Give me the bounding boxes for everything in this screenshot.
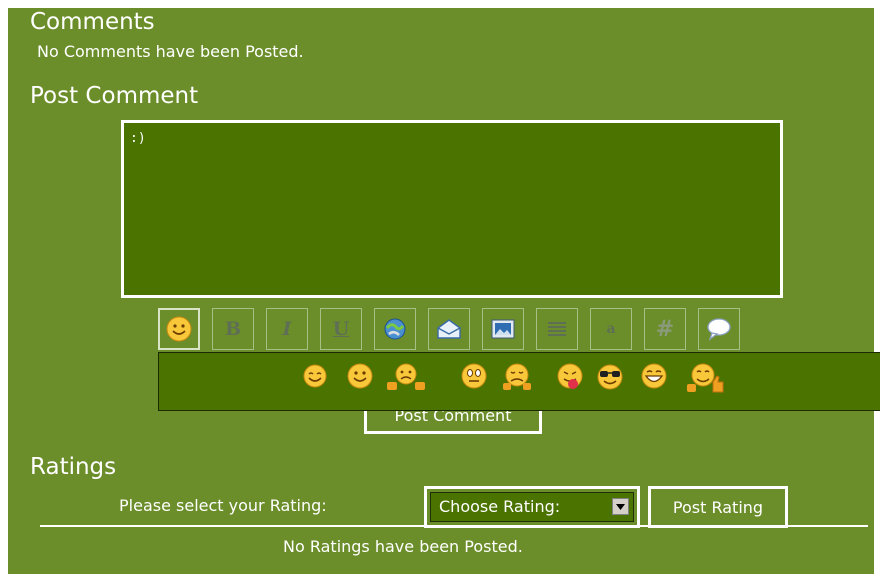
- font-button[interactable]: a: [590, 308, 632, 350]
- align-icon: [548, 322, 566, 336]
- rating-select[interactable]: Choose Rating:: [424, 486, 640, 528]
- smiley-icon: [166, 316, 192, 342]
- no-comments-message: No Comments have been Posted.: [37, 42, 304, 61]
- thumbs-up-icon[interactable]: [683, 362, 727, 394]
- rating-prompt: Please select your Rating:: [119, 496, 327, 515]
- underline-icon: U: [332, 318, 350, 340]
- divider: [40, 525, 868, 527]
- no-ratings-message: No Ratings have been Posted.: [283, 537, 523, 556]
- italic-button[interactable]: I: [266, 308, 308, 350]
- post-comment-heading: Post Comment: [30, 83, 199, 109]
- link-icon: [384, 318, 406, 340]
- comment-textarea[interactable]: :): [121, 120, 783, 298]
- rating-select-value: Choose Rating:: [439, 497, 561, 516]
- bold-icon: B: [224, 318, 242, 340]
- smiley-toggle-button[interactable]: [158, 308, 200, 350]
- post-rating-button[interactable]: Post Rating: [648, 486, 788, 528]
- unhappy-icon[interactable]: [499, 362, 535, 392]
- code-button[interactable]: #: [644, 308, 686, 350]
- comments-heading: Comments: [30, 9, 155, 35]
- quote-icon: [707, 318, 731, 341]
- happy-icon[interactable]: [345, 362, 375, 392]
- image-icon: [491, 319, 515, 339]
- tongue-icon[interactable]: [555, 362, 585, 392]
- worried-icon[interactable]: [459, 362, 489, 392]
- underline-button[interactable]: U: [320, 308, 362, 350]
- font-icon: a: [606, 321, 616, 337]
- image-button[interactable]: [482, 308, 524, 350]
- email-icon: [437, 319, 461, 339]
- chevron-down-icon[interactable]: [612, 498, 629, 515]
- bold-button[interactable]: B: [212, 308, 254, 350]
- smile-icon[interactable]: [302, 362, 328, 390]
- ratings-heading: Ratings: [30, 454, 117, 480]
- quote-button[interactable]: [698, 308, 740, 350]
- italic-icon: I: [282, 318, 292, 340]
- code-icon: #: [655, 316, 675, 342]
- thumbs-down-icon[interactable]: [385, 362, 427, 392]
- smiley-panel: [158, 352, 880, 411]
- align-button[interactable]: [536, 308, 578, 350]
- grin-icon[interactable]: [639, 362, 669, 392]
- link-button[interactable]: [374, 308, 416, 350]
- cool-icon[interactable]: [595, 362, 625, 392]
- email-button[interactable]: [428, 308, 470, 350]
